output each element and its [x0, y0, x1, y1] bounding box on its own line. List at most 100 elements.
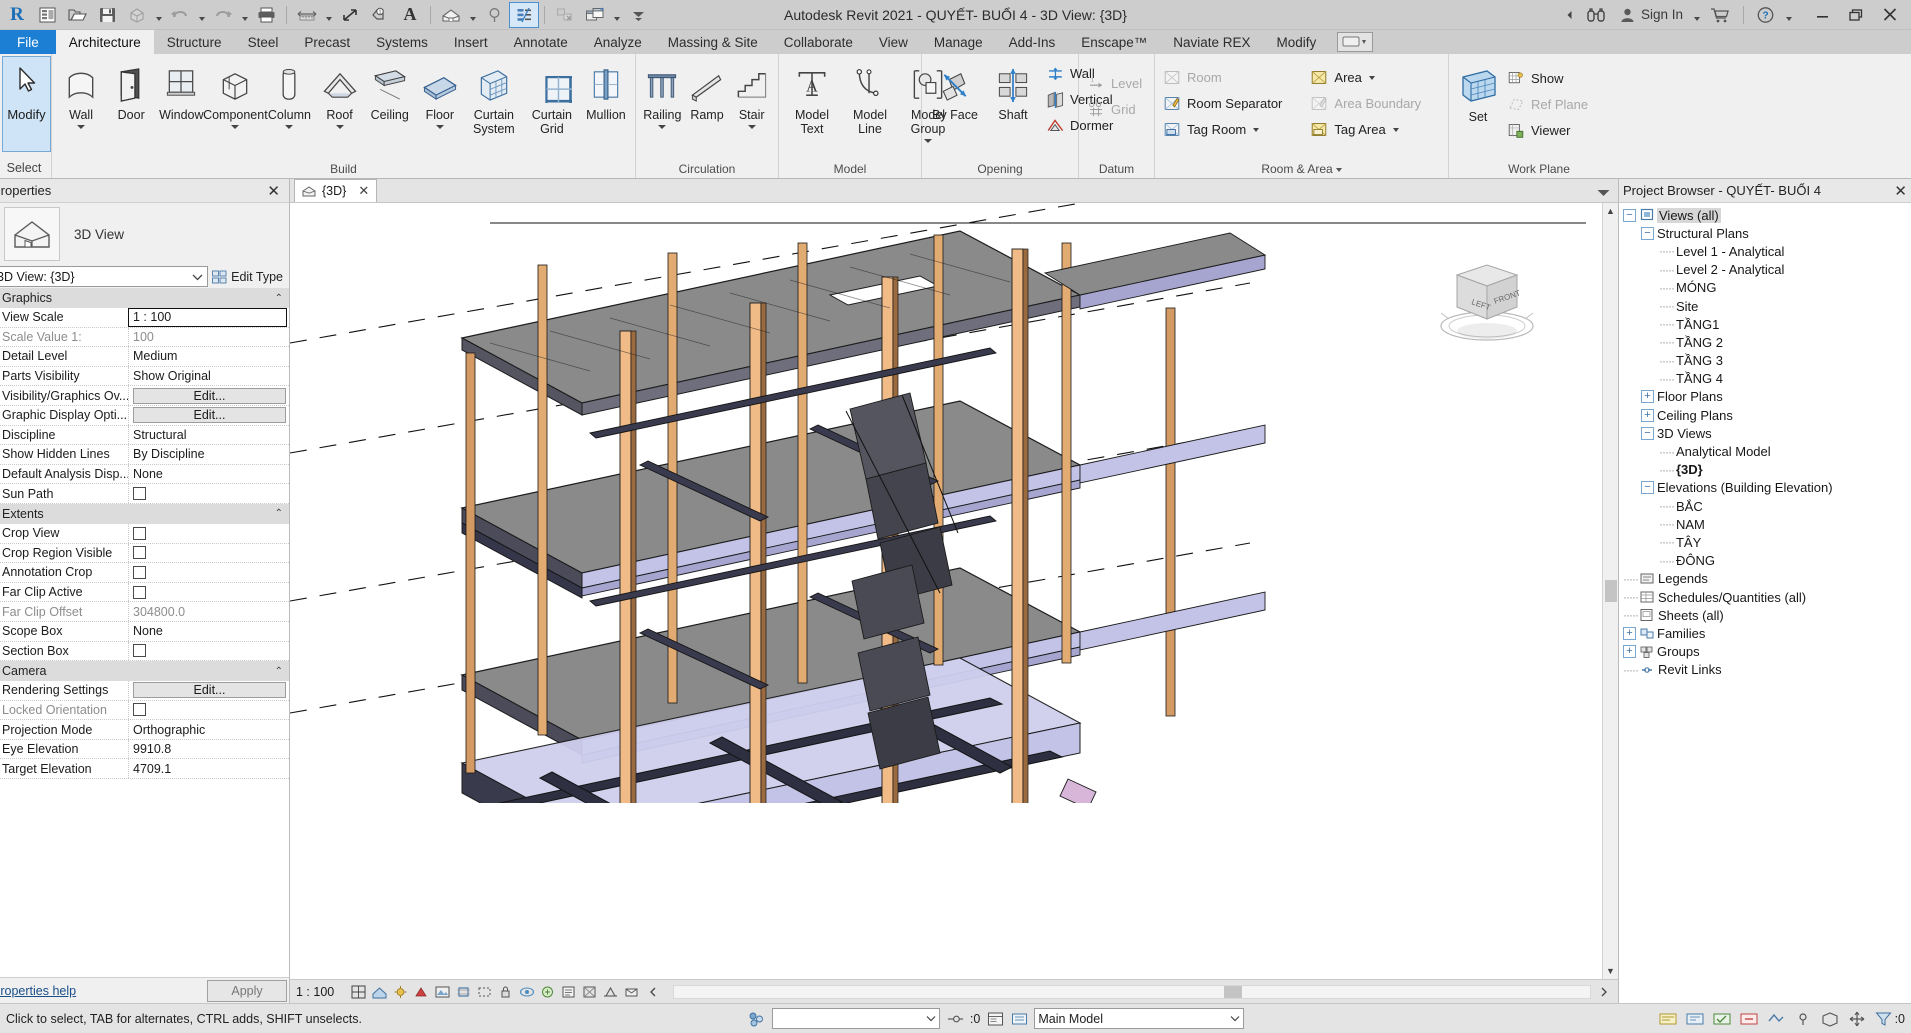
- search-binoculars-icon[interactable]: [1581, 2, 1612, 28]
- property-value[interactable]: Edit...: [128, 386, 289, 405]
- viewer-button[interactable]: Viewer: [1503, 118, 1593, 143]
- project-browser-node[interactable]: −Structural Plans: [1619, 224, 1911, 242]
- dropdown-caret[interactable]: [1393, 128, 1399, 132]
- worksets-combo[interactable]: [772, 1008, 940, 1029]
- help-icon[interactable]: ?: [1751, 2, 1780, 28]
- curtain-grid-button[interactable]: Curtain Grid: [523, 58, 581, 136]
- thin-lines-icon[interactable]: [509, 2, 539, 28]
- column-button[interactable]: Column: [264, 58, 314, 131]
- property-value[interactable]: [128, 563, 289, 582]
- project-browser-close-icon[interactable]: ✕: [1888, 182, 1907, 200]
- collapse-icon[interactable]: −: [1623, 209, 1636, 222]
- analytical-model-icon[interactable]: [581, 983, 598, 1000]
- ribbon-tab-steel[interactable]: Steel: [235, 30, 292, 54]
- property-value[interactable]: Edit...: [128, 681, 289, 700]
- ribbon-tab-architecture[interactable]: Architecture: [56, 30, 154, 54]
- project-browser-node[interactable]: ·····TẦNG 2: [1619, 333, 1911, 351]
- section-icon[interactable]: [479, 2, 509, 28]
- redo-dropdown-caret[interactable]: [238, 2, 251, 28]
- ribbon-tab-view[interactable]: View: [866, 30, 921, 54]
- ceiling-button[interactable]: Ceiling: [365, 58, 415, 122]
- save-as-cloud-icon[interactable]: [122, 2, 152, 28]
- tag-icon[interactable]: 1: [365, 2, 395, 28]
- ribbon-tab-naviate-rex[interactable]: Naviate REX: [1160, 30, 1263, 54]
- property-value[interactable]: None: [128, 465, 289, 484]
- door-button[interactable]: Door: [106, 58, 156, 122]
- save-icon[interactable]: [92, 2, 122, 28]
- worksets-icon[interactable]: [748, 1010, 766, 1028]
- 3d-model-canvas[interactable]: LEFT FRONT: [290, 203, 1602, 979]
- expand-icon[interactable]: +: [1623, 627, 1636, 640]
- property-value[interactable]: Orthographic: [128, 720, 289, 739]
- property-edit-button[interactable]: Edit...: [133, 388, 286, 404]
- editing-request-icon[interactable]: [946, 1010, 964, 1028]
- restore-button[interactable]: [1839, 1, 1873, 29]
- canvas-vertical-scrollbar[interactable]: ▲ ▼: [1602, 203, 1618, 979]
- dropdown-caret[interactable]: [231, 123, 240, 131]
- rendering-dialog-icon[interactable]: [434, 983, 451, 1000]
- ribbon-tab-structure[interactable]: Structure: [154, 30, 235, 54]
- window-button[interactable]: Window: [156, 58, 206, 122]
- mullion-button[interactable]: Mullion: [581, 58, 631, 122]
- temporary-hide-isolate-icon[interactable]: [518, 983, 535, 1000]
- dropdown-caret[interactable]: [658, 123, 667, 131]
- property-checkbox[interactable]: [133, 703, 146, 716]
- ribbon-tab-modify[interactable]: Modify: [1264, 30, 1330, 54]
- measure-icon[interactable]: [292, 2, 322, 28]
- property-checkbox[interactable]: [133, 527, 146, 540]
- view-tab-overflow-icon[interactable]: [1596, 187, 1618, 202]
- property-value[interactable]: [128, 642, 289, 661]
- project-browser-node[interactable]: ·····Level 2 - Analytical: [1619, 261, 1911, 279]
- project-browser-node[interactable]: ·····TẦNG 4: [1619, 370, 1911, 388]
- component-button[interactable]: Component: [206, 58, 264, 131]
- drag-elements-icon[interactable]: [1848, 1010, 1866, 1028]
- project-browser-node[interactable]: −Views (all): [1619, 206, 1911, 224]
- property-value[interactable]: 1 : 100: [128, 308, 287, 327]
- exclude-options-icon[interactable]: [1686, 1010, 1704, 1028]
- constraints-icon[interactable]: [602, 983, 619, 1000]
- project-browser-node[interactable]: −Elevations (Building Elevation): [1619, 479, 1911, 497]
- property-value[interactable]: Show Original: [128, 367, 289, 386]
- dropdown-caret[interactable]: [1253, 128, 1259, 132]
- property-checkbox[interactable]: [133, 546, 146, 559]
- ribbon-tab-insert[interactable]: Insert: [441, 30, 501, 54]
- view-cube[interactable]: LEFT FRONT: [1427, 241, 1547, 351]
- property-value[interactable]: 4709.1: [128, 759, 289, 778]
- view-tab-close-icon[interactable]: ✕: [358, 183, 369, 199]
- room-separator-button[interactable]: Room Separator: [1159, 91, 1306, 116]
- property-value[interactable]: Structural: [128, 426, 289, 445]
- curtain-system-button[interactable]: Curtain System: [465, 58, 523, 136]
- autodesk-store-icon[interactable]: [1705, 2, 1736, 28]
- properties-group-header[interactable]: Extents⌃: [0, 504, 289, 524]
- properties-type-selector[interactable]: 3D View: {3D}: [0, 266, 208, 287]
- project-browser-node[interactable]: −3D Views: [1619, 424, 1911, 442]
- project-browser-node[interactable]: ·····Schedules/Quantities (all): [1619, 588, 1911, 606]
- select-underlay-icon[interactable]: [1767, 1010, 1785, 1028]
- ribbon-tab-file[interactable]: File: [0, 30, 56, 54]
- by-face-button[interactable]: By Face: [926, 58, 984, 122]
- ribbon-tab-manage[interactable]: Manage: [921, 30, 996, 54]
- project-browser-node[interactable]: ·····NAM: [1619, 515, 1911, 533]
- show-button[interactable]: Show: [1503, 66, 1593, 91]
- ribbon-display-options-button[interactable]: [1337, 32, 1373, 52]
- property-value[interactable]: 100: [128, 328, 289, 347]
- project-browser-node[interactable]: ·····Sheets (all): [1619, 606, 1911, 624]
- active-design-option-icon[interactable]: [1010, 1010, 1028, 1028]
- scroll-down-button[interactable]: ▼: [1603, 963, 1619, 979]
- shaft-button[interactable]: Shaft: [984, 58, 1042, 122]
- scroll-thumb[interactable]: [1605, 580, 1617, 602]
- property-value[interactable]: [128, 583, 289, 602]
- reveal-hidden-elements-icon[interactable]: [539, 983, 556, 1000]
- roof-button[interactable]: Roof: [315, 58, 365, 131]
- properties-group-header[interactable]: Graphics⌃: [0, 288, 289, 308]
- dropdown-caret[interactable]: [747, 123, 756, 131]
- close-button[interactable]: [1873, 1, 1907, 29]
- worksharing-icon[interactable]: [623, 983, 640, 1000]
- project-browser-node[interactable]: ·····TÂY: [1619, 533, 1911, 551]
- set-workplane-button[interactable]: Set: [1453, 60, 1503, 124]
- property-value[interactable]: By Discipline: [128, 445, 289, 464]
- text-icon[interactable]: A: [395, 2, 425, 28]
- dropdown-caret[interactable]: [335, 123, 344, 131]
- property-checkbox[interactable]: [133, 487, 146, 500]
- show-crop-region-icon[interactable]: [476, 983, 493, 1000]
